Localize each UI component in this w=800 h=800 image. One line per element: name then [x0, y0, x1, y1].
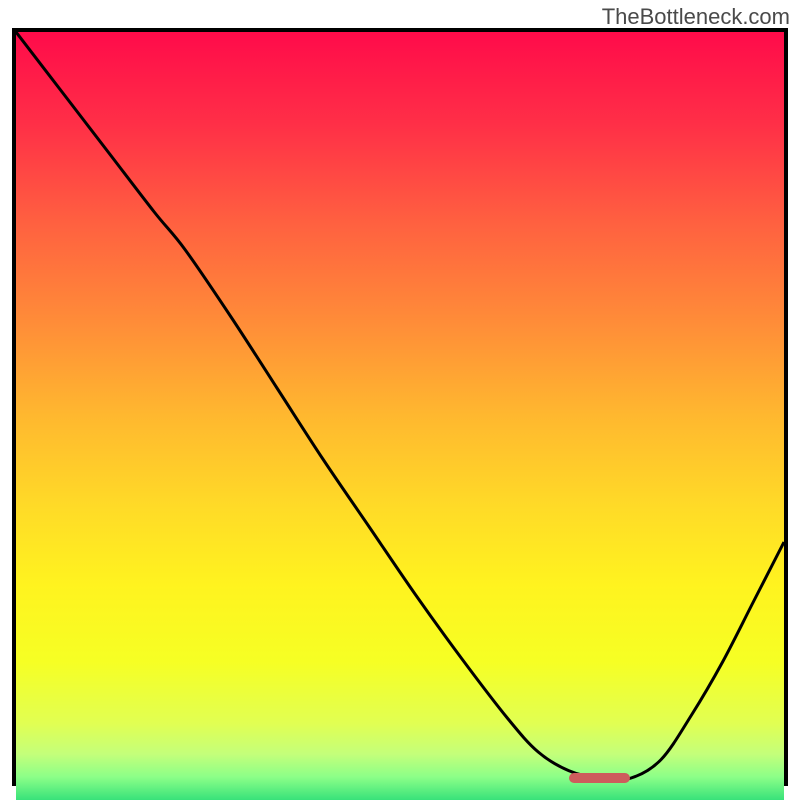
chart-frame — [12, 28, 788, 786]
chart-plot-area — [16, 32, 784, 782]
chart-marker — [569, 773, 630, 783]
chart-curve — [16, 32, 784, 782]
watermark-text: TheBottleneck.com — [602, 4, 790, 30]
